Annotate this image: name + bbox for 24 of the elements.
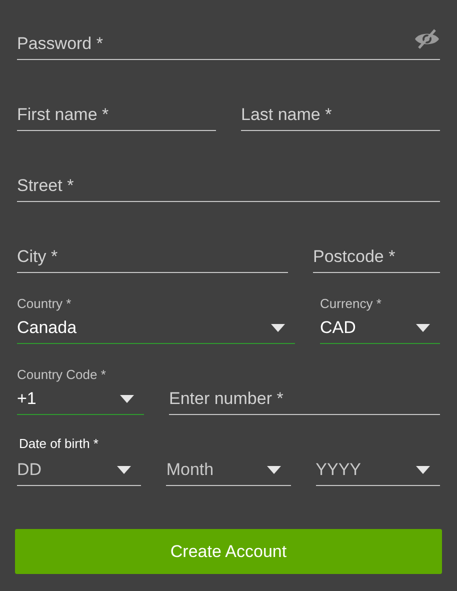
caret-icon [416, 466, 430, 474]
field-label: Country Code * [17, 367, 107, 383]
text-field[interactable]: Enter number * [169, 383, 440, 415]
caret-icon [120, 394, 134, 402]
field-label: Country * [17, 296, 72, 312]
text-field[interactable]: City * [17, 241, 288, 273]
eye-slash-icon[interactable] [414, 29, 440, 49]
dropdown[interactable]: Canada [17, 312, 295, 344]
text-field[interactable]: Postcode * [313, 241, 440, 273]
field-label: Date of birth * [19, 435, 98, 453]
caret-icon [416, 324, 430, 332]
dropdown[interactable]: Month [166, 454, 291, 486]
field-label: Currency * [320, 296, 382, 312]
caret-icon [117, 466, 132, 474]
caret-icon [266, 466, 281, 474]
dropdown[interactable]: +1 [17, 383, 144, 415]
text-field[interactable]: Password * [17, 28, 408, 60]
text-field[interactable]: Street * [17, 170, 440, 202]
dropdown[interactable]: DD [17, 454, 142, 486]
text-field[interactable]: Last name * [241, 99, 440, 131]
caret-icon [271, 324, 285, 332]
text-field[interactable]: First name * [17, 99, 216, 131]
dropdown[interactable]: YYYY [316, 454, 440, 486]
dropdown[interactable]: CAD [320, 312, 440, 344]
